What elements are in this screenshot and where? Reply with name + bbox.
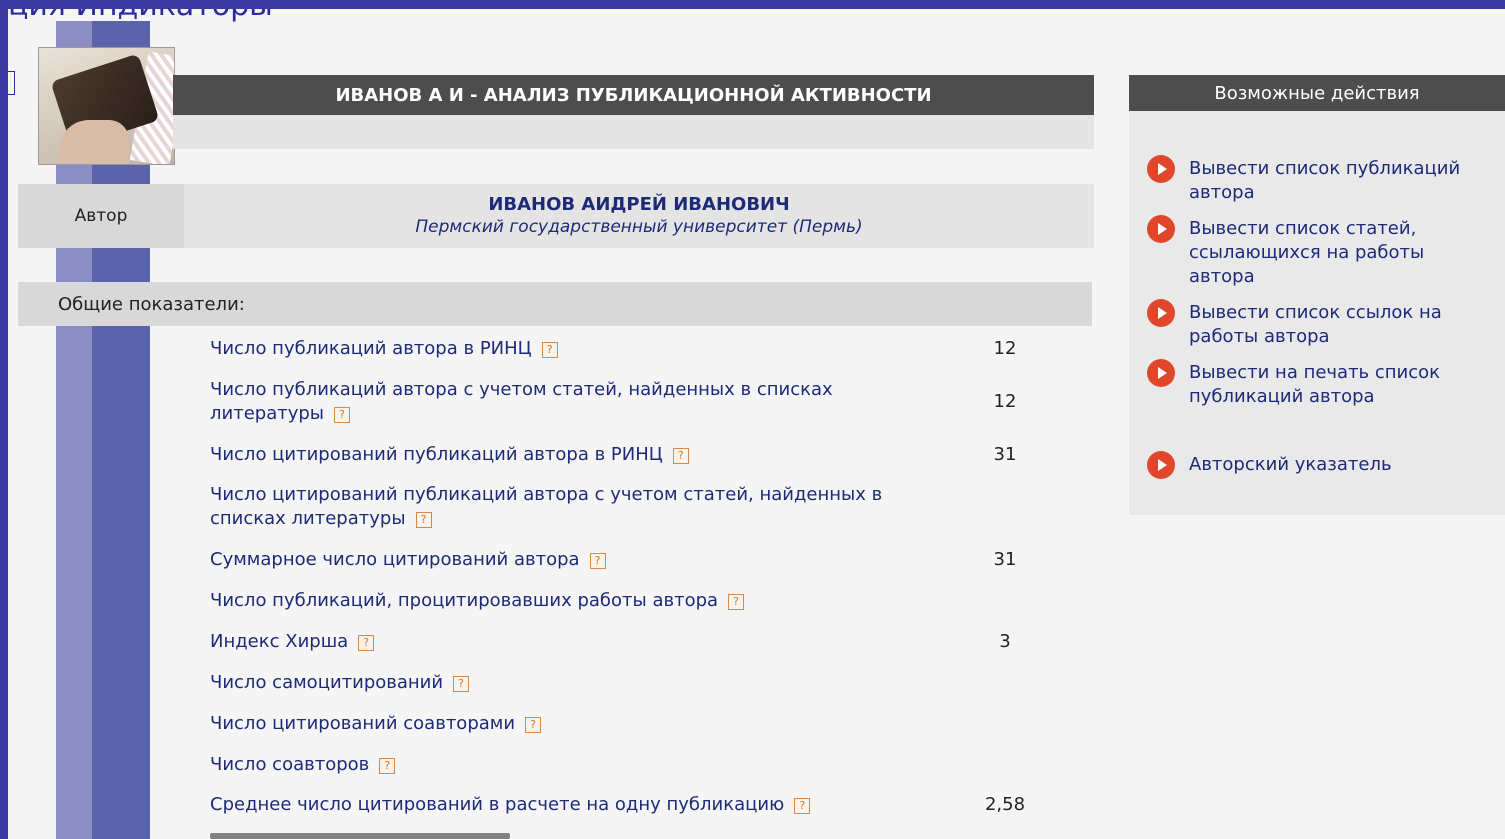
frame-marker bbox=[8, 71, 15, 95]
metric-label: Число публикаций автора в РИНЦ bbox=[210, 338, 532, 359]
title-subbar bbox=[173, 115, 1094, 149]
help-icon[interactable]: ? bbox=[589, 553, 606, 569]
metric-row: Суммарное число цитирований автора? 31 bbox=[210, 548, 1060, 572]
author-organization: Пермский государственный университет (Пе… bbox=[415, 217, 863, 237]
author-name: ИВАНОВ АИДРЕЙ ИВАНОВИЧ bbox=[488, 194, 790, 215]
action-show-publications[interactable]: Вывести список публикаций автора bbox=[1147, 155, 1487, 205]
play-circle-icon bbox=[1147, 215, 1175, 243]
action-show-citing-articles[interactable]: Вывести список статей, ссылающихся на ра… bbox=[1147, 215, 1487, 289]
help-icon[interactable]: ? bbox=[334, 407, 350, 423]
play-circle-icon bbox=[1147, 359, 1175, 387]
help-icon[interactable]: ? bbox=[728, 594, 745, 610]
help-icon[interactable]: ? bbox=[525, 717, 542, 733]
metric-row: Среднее число цитирований в расчете на о… bbox=[210, 793, 1060, 817]
author-photo bbox=[38, 47, 175, 165]
actions-title: Возможные действия bbox=[1129, 75, 1505, 111]
action-label[interactable]: Вывести список публикаций автора bbox=[1189, 157, 1487, 205]
page-frame: ция Индикаторы ИВАНОВ А И - АНАЛИЗ ПУБЛИ… bbox=[8, 9, 1505, 839]
metric-label: Среднее число цитирований в расчете на о… bbox=[210, 794, 785, 815]
help-icon[interactable]: ? bbox=[379, 758, 396, 774]
metric-value: 2,58 bbox=[984, 794, 1026, 815]
actions-panel: Вывести список публикаций автора Вывести… bbox=[1129, 111, 1505, 515]
metric-row: Число публикаций автора с учетом статей,… bbox=[210, 378, 1060, 426]
action-label[interactable]: Вывести на печать список публикаций авто… bbox=[1189, 361, 1487, 409]
metric-label: Число самоцитирований bbox=[210, 672, 444, 693]
author-label: Автор bbox=[18, 184, 184, 248]
cut-off-row bbox=[210, 833, 510, 839]
metric-label: Число цитирований публикаций автора с уч… bbox=[210, 484, 883, 529]
metric-value: 12 bbox=[993, 391, 1017, 412]
metric-row: Число цитирований соавторами? bbox=[210, 712, 1060, 736]
help-icon[interactable]: ? bbox=[358, 635, 375, 651]
page-title: ИВАНОВ А И - АНАЛИЗ ПУБЛИКАЦИОННОЙ АКТИВ… bbox=[173, 75, 1094, 115]
metric-row: Число самоцитирований? bbox=[210, 671, 1060, 695]
action-author-index[interactable]: Авторский указатель bbox=[1147, 451, 1487, 479]
author-info: ИВАНОВ АИДРЕЙ ИВАНОВИЧ Пермский государс… bbox=[184, 184, 1094, 248]
action-label[interactable]: Вывести список ссылок на работы автора bbox=[1189, 301, 1487, 349]
window-title-partial: ция Индикаторы bbox=[8, 9, 273, 21]
metric-label: Число цитирований соавторами bbox=[210, 713, 516, 734]
hand-graphic bbox=[59, 120, 129, 164]
metric-row: Индекс Хирша? 3 bbox=[210, 630, 1060, 654]
action-label[interactable]: Авторский указатель bbox=[1189, 453, 1392, 477]
metric-row: Число цитирований публикаций автора в РИ… bbox=[210, 443, 1060, 467]
metric-label: Число публикаций, процитировавших работы… bbox=[210, 590, 719, 611]
metric-label: Число публикаций автора с учетом статей,… bbox=[210, 379, 833, 424]
help-icon[interactable]: ? bbox=[415, 512, 432, 528]
help-icon[interactable]: ? bbox=[672, 448, 689, 464]
metric-value: 3 bbox=[999, 631, 1011, 652]
help-icon[interactable]: ? bbox=[794, 798, 811, 814]
action-show-references[interactable]: Вывести список ссылок на работы автора bbox=[1147, 299, 1487, 349]
help-icon[interactable]: ? bbox=[453, 676, 470, 692]
section-title: Общие показатели: bbox=[18, 282, 1092, 326]
metric-value: 31 bbox=[993, 444, 1017, 465]
metric-row: Число цитирований публикаций автора с уч… bbox=[210, 483, 1060, 531]
metric-row: Число публикаций, процитировавших работы… bbox=[210, 589, 1060, 613]
play-circle-icon bbox=[1147, 299, 1175, 327]
help-icon[interactable]: ? bbox=[541, 342, 558, 358]
metric-value: 31 bbox=[993, 549, 1017, 570]
metric-label: Число цитирований публикаций автора в РИ… bbox=[210, 444, 663, 465]
metric-label: Суммарное число цитирований автора bbox=[210, 549, 580, 570]
play-circle-icon bbox=[1147, 155, 1175, 183]
metric-row: Число публикаций автора в РИНЦ? 12 bbox=[210, 337, 1060, 361]
metric-label: Число соавторов bbox=[210, 754, 370, 775]
action-print-publications[interactable]: Вывести на печать список публикаций авто… bbox=[1147, 359, 1487, 409]
metric-label: Индекс Хирша bbox=[210, 631, 349, 652]
action-label[interactable]: Вывести список статей, ссылающихся на ра… bbox=[1189, 217, 1487, 289]
metric-value: 12 bbox=[993, 338, 1017, 359]
metric-row: Число соавторов? bbox=[210, 753, 1060, 777]
play-circle-icon bbox=[1147, 451, 1175, 479]
